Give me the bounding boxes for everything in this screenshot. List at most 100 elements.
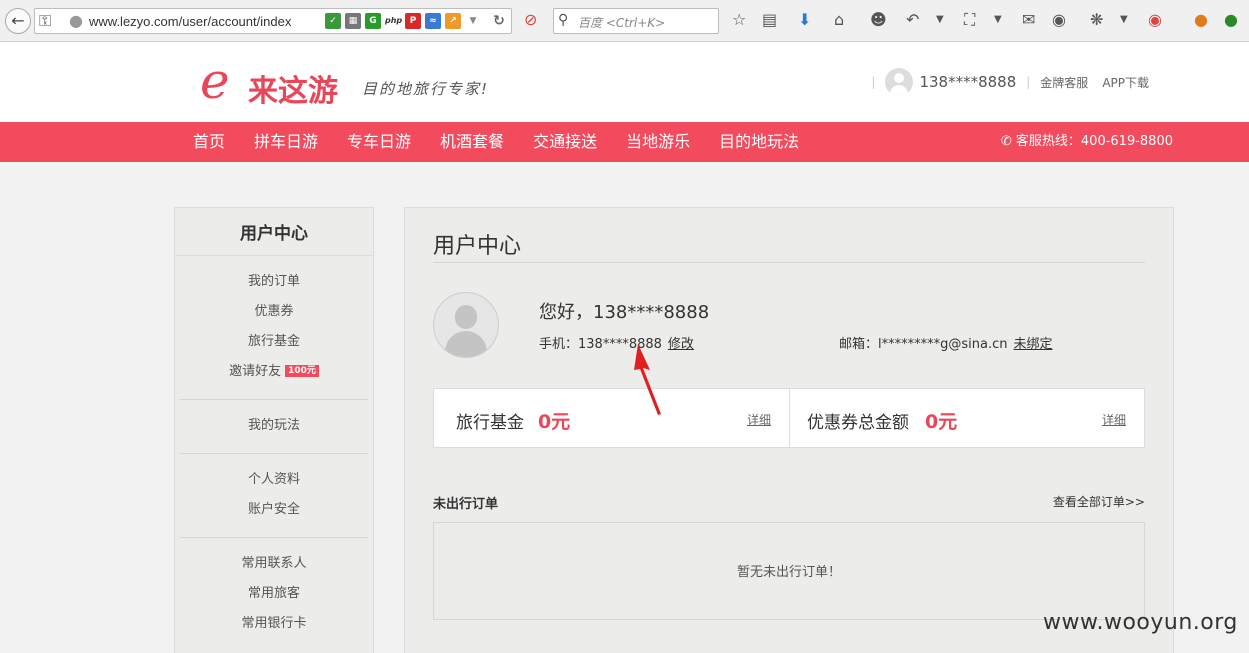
shield-icon[interactable]: ✓ [325,13,341,29]
logo-slogan: 目的地旅行专家! [362,80,490,98]
upcoming-orders-title: 未出行订单 [433,497,499,512]
home-icon[interactable]: ⌂ [834,11,844,29]
coupon-total-cell: 优惠券总金额 0元 详细 [789,389,1144,447]
app-download-link[interactable]: APP下载 [1102,74,1149,91]
undo-icon[interactable]: ↶ [906,11,919,29]
phone-icon: ✆ [1000,134,1012,149]
divider: | [1026,75,1031,89]
phone-row: 手机：138****8888 修改 [539,333,694,352]
main-nav: 首页 拼车日游 专车日游 机酒套餐 交通接送 当地游乐 目的地玩法 ✆ 客服热线… [0,122,1249,162]
nav-item-shared-day-tour[interactable]: 拼车日游 [254,122,318,162]
divider [433,262,1145,263]
dropdown-icon[interactable]: ▼ [465,13,481,29]
sidebar-item-label: 邀请好友 [229,364,282,379]
logo-name: 来这游 [248,74,338,109]
coupon-detail-link[interactable]: 详细 [1102,411,1126,428]
email-label: 邮箱： [839,337,879,352]
sidebar-item-invite-friends[interactable]: 邀请好友 100元 [180,357,368,387]
emoji-icon[interactable]: ☻ [870,11,887,29]
chart-icon[interactable]: ↗ [445,13,461,29]
back-button[interactable]: ← [5,8,31,34]
phone-label: 手机： [539,337,579,352]
sidebar-item-security[interactable]: 账户安全 [180,495,368,525]
sidebar-group-play: 我的玩法 [180,400,368,454]
wave-icon[interactable]: ≈ [425,13,441,29]
nav-item-local-fun[interactable]: 当地游乐 [626,122,690,162]
p-icon[interactable]: P [405,13,421,29]
upcoming-orders-box: 暂无未出行订单！ [433,522,1145,620]
watermark: www.wooyun.org [1043,610,1238,635]
nav-item-private-day-tour[interactable]: 专车日游 [347,122,411,162]
view-all-orders-link[interactable]: 查看全部订单>> [1053,493,1145,510]
sidebar-group-contacts: 常用联系人 常用旅客 常用银行卡 [180,538,368,651]
sidebar-item-contacts[interactable]: 常用联系人 [180,549,368,579]
empty-orders-message: 暂无未出行订单！ [736,565,841,580]
nav-items: 首页 拼车日游 专车日游 机酒套餐 交通接送 当地游乐 目的地玩法 [193,122,828,162]
bookmark-star-icon[interactable]: ☆ [732,11,746,29]
chat-icon[interactable]: ✉ [1022,11,1035,29]
sidebar-item-coupons[interactable]: 优惠券 [180,297,368,327]
annotation-arrow [634,344,661,415]
travel-fund-detail-link[interactable]: 详细 [747,411,771,428]
travel-fund-value: 0元 [538,411,571,433]
crop-icon[interactable]: ⛶ [964,11,975,29]
search-icon: ⚲ [558,12,569,28]
chevron-down-icon[interactable]: ▼ [994,11,1002,29]
nav-item-transfer[interactable]: 交通接送 [533,122,597,162]
user-center-panel: 用户中心 您好，138****8888 手机：138****8888 修改 邮箱：… [404,207,1174,653]
page-title: 用户中心 [433,234,522,259]
chevron-down-icon[interactable]: ▼ [1120,11,1128,29]
edit-phone-link[interactable]: 修改 [668,337,694,352]
bug-icon[interactable]: ❋ [1090,11,1103,29]
profile-avatar[interactable] [433,292,499,358]
g-icon[interactable]: G [365,13,381,29]
browser-toolbar: ← ⚿ ● www.lezyo.com/user/account/index ✓… [0,0,1249,42]
search-input[interactable]: ⚲ 百度 <Ctrl+K> [553,8,719,34]
logo-mark: e [200,52,230,110]
hotline-text: 客服热线：400-619-8800 [1015,134,1173,149]
sidebar-item-profile[interactable]: 个人资料 [180,465,368,495]
sidebar-title: 用户中心 [175,208,373,256]
site-header: e 来这游 目的地旅行专家! | 138****8888 | 金牌客服 APP下… [0,42,1249,122]
qrcode-icon[interactable]: ▦ [345,13,361,29]
address-bar[interactable]: ⚿ ● www.lezyo.com/user/account/index ✓ ▦… [34,8,512,34]
funds-box: 旅行基金 0元 详细 优惠券总金额 0元 详细 [433,388,1145,448]
avatar[interactable] [885,68,914,96]
travel-fund-cell: 旅行基金 0元 详细 [434,389,789,447]
bind-email-link[interactable]: 未绑定 [1014,337,1053,352]
block-icon[interactable]: ⊘ [524,11,537,29]
divider: | [871,75,876,89]
addon-icons: ✓ ▦ G php P ≈ ↗ ▼ ↻ [325,13,507,29]
php-icon[interactable]: php [385,13,402,29]
download-icon[interactable]: ⬇ [798,11,811,29]
globe-icon: ● [69,11,83,30]
nav-item-home[interactable]: 首页 [193,122,225,162]
firebug-icon[interactable]: ● [1194,11,1208,29]
sidebar: 用户中心 我的订单 优惠券 旅行基金 邀请好友 100元 我的玩法 个人资料 账户… [174,207,374,653]
green-addon-icon[interactable]: ● [1224,11,1238,29]
nav-item-flight-hotel[interactable]: 机酒套餐 [440,122,504,162]
chevron-down-icon[interactable]: ▼ [936,11,944,29]
reader-icon[interactable]: ▤ [762,11,777,29]
coupon-total-label: 优惠券总金额 [807,413,909,433]
coupon-total-value: 0元 [925,411,958,433]
sidebar-item-travel-fund[interactable]: 旅行基金 [180,327,368,357]
header-username[interactable]: 138****8888 [919,73,1016,91]
sidebar-item-my-orders[interactable]: 我的订单 [180,267,368,297]
key-icon: ⚿ [39,11,52,30]
sidebar-item-bank-cards[interactable]: 常用银行卡 [180,609,368,639]
customer-service-link[interactable]: 金牌客服 [1040,74,1088,91]
red-addon-icon[interactable]: ◉ [1148,11,1162,29]
nav-item-destination[interactable]: 目的地玩法 [719,122,799,162]
globe-addon-icon[interactable]: ◉ [1052,11,1066,29]
email-value: l*********g@sina.cn [878,337,1008,352]
reload-icon[interactable]: ↻ [491,13,507,29]
travel-fund-label: 旅行基金 [456,413,524,433]
url-text: www.lezyo.com/user/account/index [89,14,292,29]
reward-badge: 100元 [285,365,319,377]
header-user-area: | 138****8888 | 金牌客服 APP下载 [861,68,1149,96]
email-row: 邮箱：l*********g@sina.cn 未绑定 [839,333,1053,352]
sidebar-item-my-play[interactable]: 我的玩法 [180,411,368,441]
sidebar-item-travelers[interactable]: 常用旅客 [180,579,368,609]
sidebar-group-orders: 我的订单 优惠券 旅行基金 邀请好友 100元 [180,256,368,400]
